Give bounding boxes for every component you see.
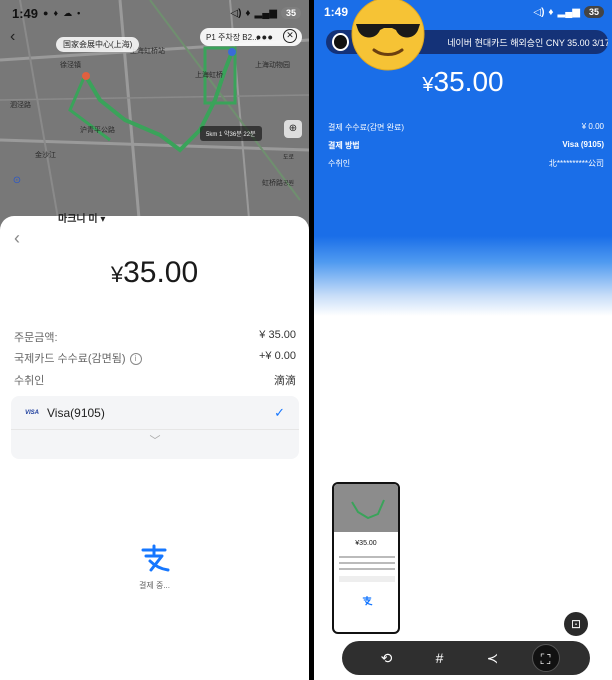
crop-draw-icon[interactable]: ⟲ bbox=[373, 644, 401, 672]
alipay-logo-icon bbox=[141, 544, 170, 572]
location-status-icon: ♦ bbox=[548, 6, 554, 18]
thumbnail-alipay-icon bbox=[362, 596, 373, 606]
origin-marker bbox=[82, 72, 90, 80]
map-label: 上海动物园 bbox=[255, 62, 290, 69]
screenshot-toolbar: ⟲ # ≺ ⛶ bbox=[342, 641, 590, 675]
chevron-down-icon[interactable]: ﹀ bbox=[11, 432, 299, 448]
detail-label: 결제 방법 bbox=[328, 141, 360, 150]
map-side-label: 공원 bbox=[283, 181, 295, 187]
card-option-visa[interactable]: VISA Visa(9105) ✓ bbox=[11, 396, 299, 430]
map-side-label: 도로 bbox=[283, 155, 295, 161]
detail-value: ¥ 35.00 bbox=[259, 329, 296, 341]
sheet-back-icon[interactable]: ‹ bbox=[14, 228, 20, 249]
locate-icon[interactable]: ⊕ bbox=[284, 120, 302, 138]
compass-icon[interactable]: ⊙ bbox=[8, 172, 26, 190]
back-arrow-icon[interactable]: ‹ bbox=[10, 28, 15, 46]
text-scan-icon[interactable]: ⊡ bbox=[564, 612, 588, 636]
route-info-tooltip: 5km 1 약36분 22분 bbox=[200, 126, 262, 141]
thumbnail-amount: ¥35.00 bbox=[355, 540, 377, 547]
order-amount-row: 주문금액: ¥ 35.00 bbox=[14, 329, 296, 345]
map-location-badge: 国家会展中心(上海) bbox=[56, 37, 140, 52]
map-label: 上海虹桥 bbox=[195, 72, 223, 79]
hashtag-icon[interactable]: # bbox=[426, 644, 454, 672]
detail-value: 滴滴 bbox=[274, 375, 296, 387]
share-icon[interactable]: ≺ bbox=[479, 644, 507, 672]
left-phone-screen: 1:49 ● ♦ ☁ • ◁) ♦ ▂▄▆ 35 ‹ 国家会展中心(上海) P1… bbox=[0, 0, 309, 680]
payment-amount: ¥35.00 bbox=[0, 256, 309, 290]
map-label: 泗泾路 bbox=[10, 102, 31, 109]
fee-row: 결제 수수료(감면 완료) ¥ 0.00 bbox=[328, 122, 604, 133]
scan-capture-icon[interactable]: ⛶ bbox=[531, 644, 560, 672]
map-label: 沪青平公路 bbox=[80, 127, 115, 134]
map-label: 虹桥路 bbox=[262, 180, 283, 187]
currency-symbol: ¥ bbox=[110, 262, 124, 287]
location-status-icon: ♦ bbox=[245, 7, 251, 19]
chat-icon: ● bbox=[43, 8, 49, 18]
mute-icon: ◁) bbox=[230, 7, 242, 19]
payment-method-box: VISA Visa(9105) ✓ ﹀ bbox=[11, 396, 299, 459]
card-label: Visa(9105) bbox=[47, 405, 105, 420]
sunglasses-emoji-icon bbox=[351, 0, 425, 71]
status-time: 1:49 bbox=[12, 5, 39, 21]
map-view[interactable]: 1:49 ● ♦ ☁ • ◁) ♦ ▂▄▆ 35 ‹ 国家会展中心(上海) P1… bbox=[0, 0, 309, 230]
screenshot-thumbnail[interactable]: ¥35.00 bbox=[332, 482, 400, 634]
payment-sheet: ‹ ¥35.00 주문금액: ¥ 35.00 국제카드 수수료(감면됨) i +¥… bbox=[0, 216, 309, 680]
dot-icon: • bbox=[77, 8, 81, 18]
signal-icon: ▂▄▆ bbox=[254, 7, 277, 19]
map-under-text: 마크니 미 ▾ bbox=[58, 214, 106, 225]
signal-icon: ▂▄▆ bbox=[557, 6, 580, 18]
close-icon[interactable]: ✕ bbox=[283, 29, 297, 43]
amount-value: 35.00 bbox=[123, 256, 199, 289]
detail-value: 北**********公司 bbox=[548, 159, 604, 168]
cloud-icon: ☁ bbox=[63, 7, 73, 18]
payee-row: 수취인 滴滴 bbox=[14, 372, 296, 388]
battery-indicator: 35 bbox=[583, 6, 604, 18]
amount-value: 35.00 bbox=[433, 66, 504, 97]
more-options-icon[interactable]: ••• bbox=[256, 29, 274, 45]
mute-icon: ◁) bbox=[533, 6, 545, 18]
currency-symbol: ¥ bbox=[422, 74, 434, 96]
detail-label: 주문금액: bbox=[14, 332, 58, 344]
detail-label: 국제카드 수수료(감면됨) bbox=[14, 353, 126, 365]
payee-row: 수취인 北**********公司 bbox=[328, 158, 604, 169]
detail-value: ¥ 0.00 bbox=[581, 122, 604, 131]
map-label: 金沙江 bbox=[35, 152, 56, 159]
checkmark-icon: ✓ bbox=[274, 404, 285, 420]
status-bar: 1:49 ● ♦ ☁ • ◁) ♦ ▂▄▆ 35 bbox=[0, 0, 309, 26]
processing-text: 결제 중... bbox=[139, 581, 170, 590]
fee-row: 국제카드 수수료(감면됨) i +¥ 0.00 bbox=[14, 350, 296, 366]
detail-value: Visa (9105) bbox=[562, 140, 604, 149]
info-icon[interactable]: i bbox=[129, 353, 142, 366]
status-time: 1:49 bbox=[324, 5, 349, 19]
detail-label: 수취인 bbox=[14, 375, 45, 387]
detail-label: 결제 수수료(감면 완료) bbox=[328, 123, 405, 132]
notification-text: 네이버 현대카드 해외승인 CNY 35.00 3/17... bbox=[447, 37, 608, 48]
bank-app-icon bbox=[332, 33, 350, 51]
visa-logo-icon: VISA bbox=[25, 409, 40, 416]
detail-value: +¥ 0.00 bbox=[258, 350, 296, 362]
right-phone-screen: 1:49 ◁) ♦ ▂▄▆ 35 네이버 현대카드 해외승인 CNY 35.00… bbox=[314, 0, 612, 680]
destination-marker bbox=[228, 48, 236, 56]
location-icon: ♦ bbox=[53, 8, 59, 18]
battery-indicator: 35 bbox=[280, 7, 301, 19]
detail-label: 수취인 bbox=[328, 159, 351, 168]
payment-method-row: 결제 방법 Visa (9105) bbox=[328, 140, 604, 151]
map-label: 徐泾镇 bbox=[60, 62, 81, 69]
thumbnail-map bbox=[334, 484, 398, 532]
